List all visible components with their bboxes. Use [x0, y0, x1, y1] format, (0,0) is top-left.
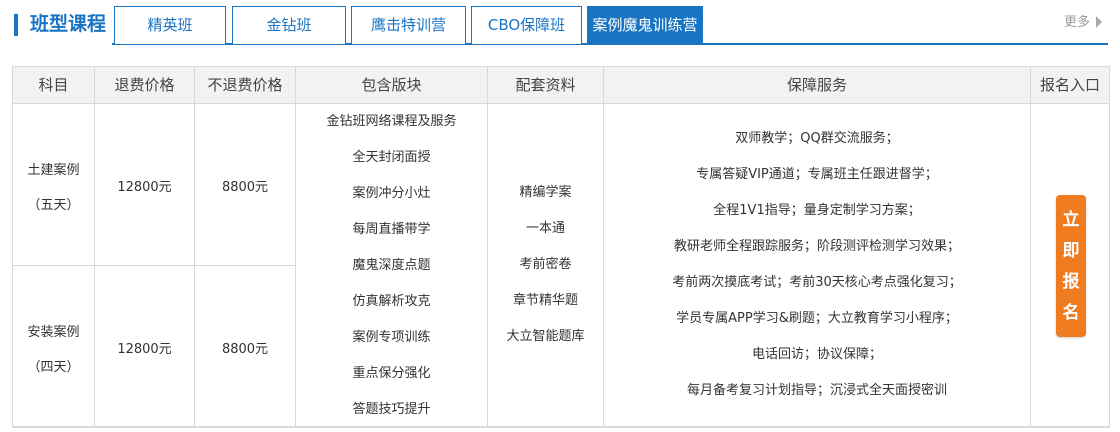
refund-price-cell: 12800元 [95, 104, 195, 266]
col-header-services: 保障服务 [604, 67, 1031, 104]
list-item: 金钻班网络课程及服务 [326, 114, 457, 129]
signup-char: 立 [1062, 210, 1080, 230]
more-link[interactable]: 更多 [1064, 13, 1090, 33]
list-item: 一本通 [525, 221, 565, 236]
signup-char: 即 [1062, 241, 1080, 261]
signup-char: 报 [1062, 272, 1080, 292]
list-item: 案例冲分小灶 [352, 186, 431, 201]
list-item: 教研老师全程跟踪服务；阶段测评检测学习效果； [673, 239, 960, 254]
chevron-right-icon[interactable] [1096, 16, 1102, 28]
list-item: 每月备考复习计划指导；沉浸式全天面授密训 [686, 383, 947, 398]
refund-price: 12800元 [117, 342, 172, 357]
title-accent-bar [14, 14, 18, 36]
services-cell: 双师教学；QQ群交流服务； 专属答疑VIP通道；专属班主任跟进督学； 全程1V1… [604, 104, 1031, 427]
col-header-refund-price: 退费价格 [95, 67, 195, 104]
list-item: 答题技巧提升 [352, 402, 431, 417]
course-table: 科目 退费价格 不退费价格 包含版块 配套资料 保障服务 报名入口 土建案例 （… [12, 66, 1110, 428]
norefund-price-cell: 8800元 [195, 266, 296, 427]
list-item: 电话回访；协议保障； [751, 347, 882, 362]
tab-elite[interactable]: 精英班 [114, 6, 226, 44]
list-item: 考前两次摸底考试；考前30天核心考点强化复习； [672, 275, 962, 290]
tab-cbo[interactable]: CBO保障班 [471, 6, 582, 44]
list-item: 魔鬼深度点题 [352, 258, 431, 273]
list-item: 大立智能题库 [506, 329, 585, 344]
signup-char: 名 [1062, 303, 1080, 323]
norefund-price: 8800元 [221, 180, 269, 195]
list-item: 每周直播带学 [352, 222, 431, 237]
refund-price-cell: 12800元 [95, 266, 195, 427]
table-row-subject-civil: 土建案例 （五天） [13, 104, 95, 266]
table-row-subject-install: 安装案例 （四天） [13, 266, 95, 427]
list-item: 仿真解析攻克 [352, 294, 431, 309]
col-header-norefund-price: 不退费价格 [195, 67, 296, 104]
list-item: 全程1V1指导；量身定制学习方案； [713, 203, 921, 218]
list-item: 章节精华题 [512, 293, 578, 308]
norefund-price: 8800元 [221, 342, 269, 357]
list-item: 精编学案 [519, 185, 572, 200]
list-item: 双师教学；QQ群交流服务； [735, 131, 899, 146]
list-item: 重点保分强化 [352, 366, 431, 381]
subject-name: 土建案例 [27, 163, 80, 178]
materials-list: 精编学案 一本通 考前密卷 章节精华题 大立智能题库 [488, 175, 603, 355]
list-item: 考前密卷 [519, 257, 572, 272]
list-item: 案例专项训练 [352, 330, 431, 345]
modules-list: 金钻班网络课程及服务 全天封闭面授 案例冲分小灶 每周直播带学 魔鬼深度点题 仿… [296, 104, 487, 428]
section-title: 班型课程 [30, 13, 107, 35]
course-header: 班型课程 精英班 金钻班 鹰击特训营 CBO保障班 案例魔鬼训练营 更多 [0, 0, 1120, 46]
list-item: 学员专属APP学习&刷题；大立教育学习小程序； [676, 311, 958, 326]
tab-eagle-camp[interactable]: 鹰击特训营 [351, 6, 466, 44]
tab-gold-diamond[interactable]: 金钻班 [232, 6, 346, 44]
tab-case-camp[interactable]: 案例魔鬼训练营 [587, 6, 703, 44]
refund-price: 12800元 [117, 180, 172, 195]
services-list: 双师教学；QQ群交流服务； 专属答疑VIP通道；专属班主任跟进督学； 全程1V1… [604, 121, 1030, 409]
subject-name: 安装案例 [27, 325, 80, 340]
col-header-subject: 科目 [13, 67, 95, 104]
subject-duration: （四天） [27, 360, 80, 375]
signup-button[interactable]: 立 即 报 名 [1056, 195, 1086, 337]
col-header-materials: 配套资料 [488, 67, 604, 104]
list-item: 全天封闭面授 [352, 150, 431, 165]
subject-duration: （五天） [27, 198, 80, 213]
list-item: 专属答疑VIP通道；专属班主任跟进督学； [696, 167, 938, 182]
col-header-modules: 包含版块 [296, 67, 488, 104]
col-header-signup: 报名入口 [1031, 67, 1109, 104]
norefund-price-cell: 8800元 [195, 104, 296, 266]
materials-cell: 精编学案 一本通 考前密卷 章节精华题 大立智能题库 [488, 104, 604, 427]
modules-cell: 金钻班网络课程及服务 全天封闭面授 案例冲分小灶 每周直播带学 魔鬼深度点题 仿… [296, 104, 488, 427]
